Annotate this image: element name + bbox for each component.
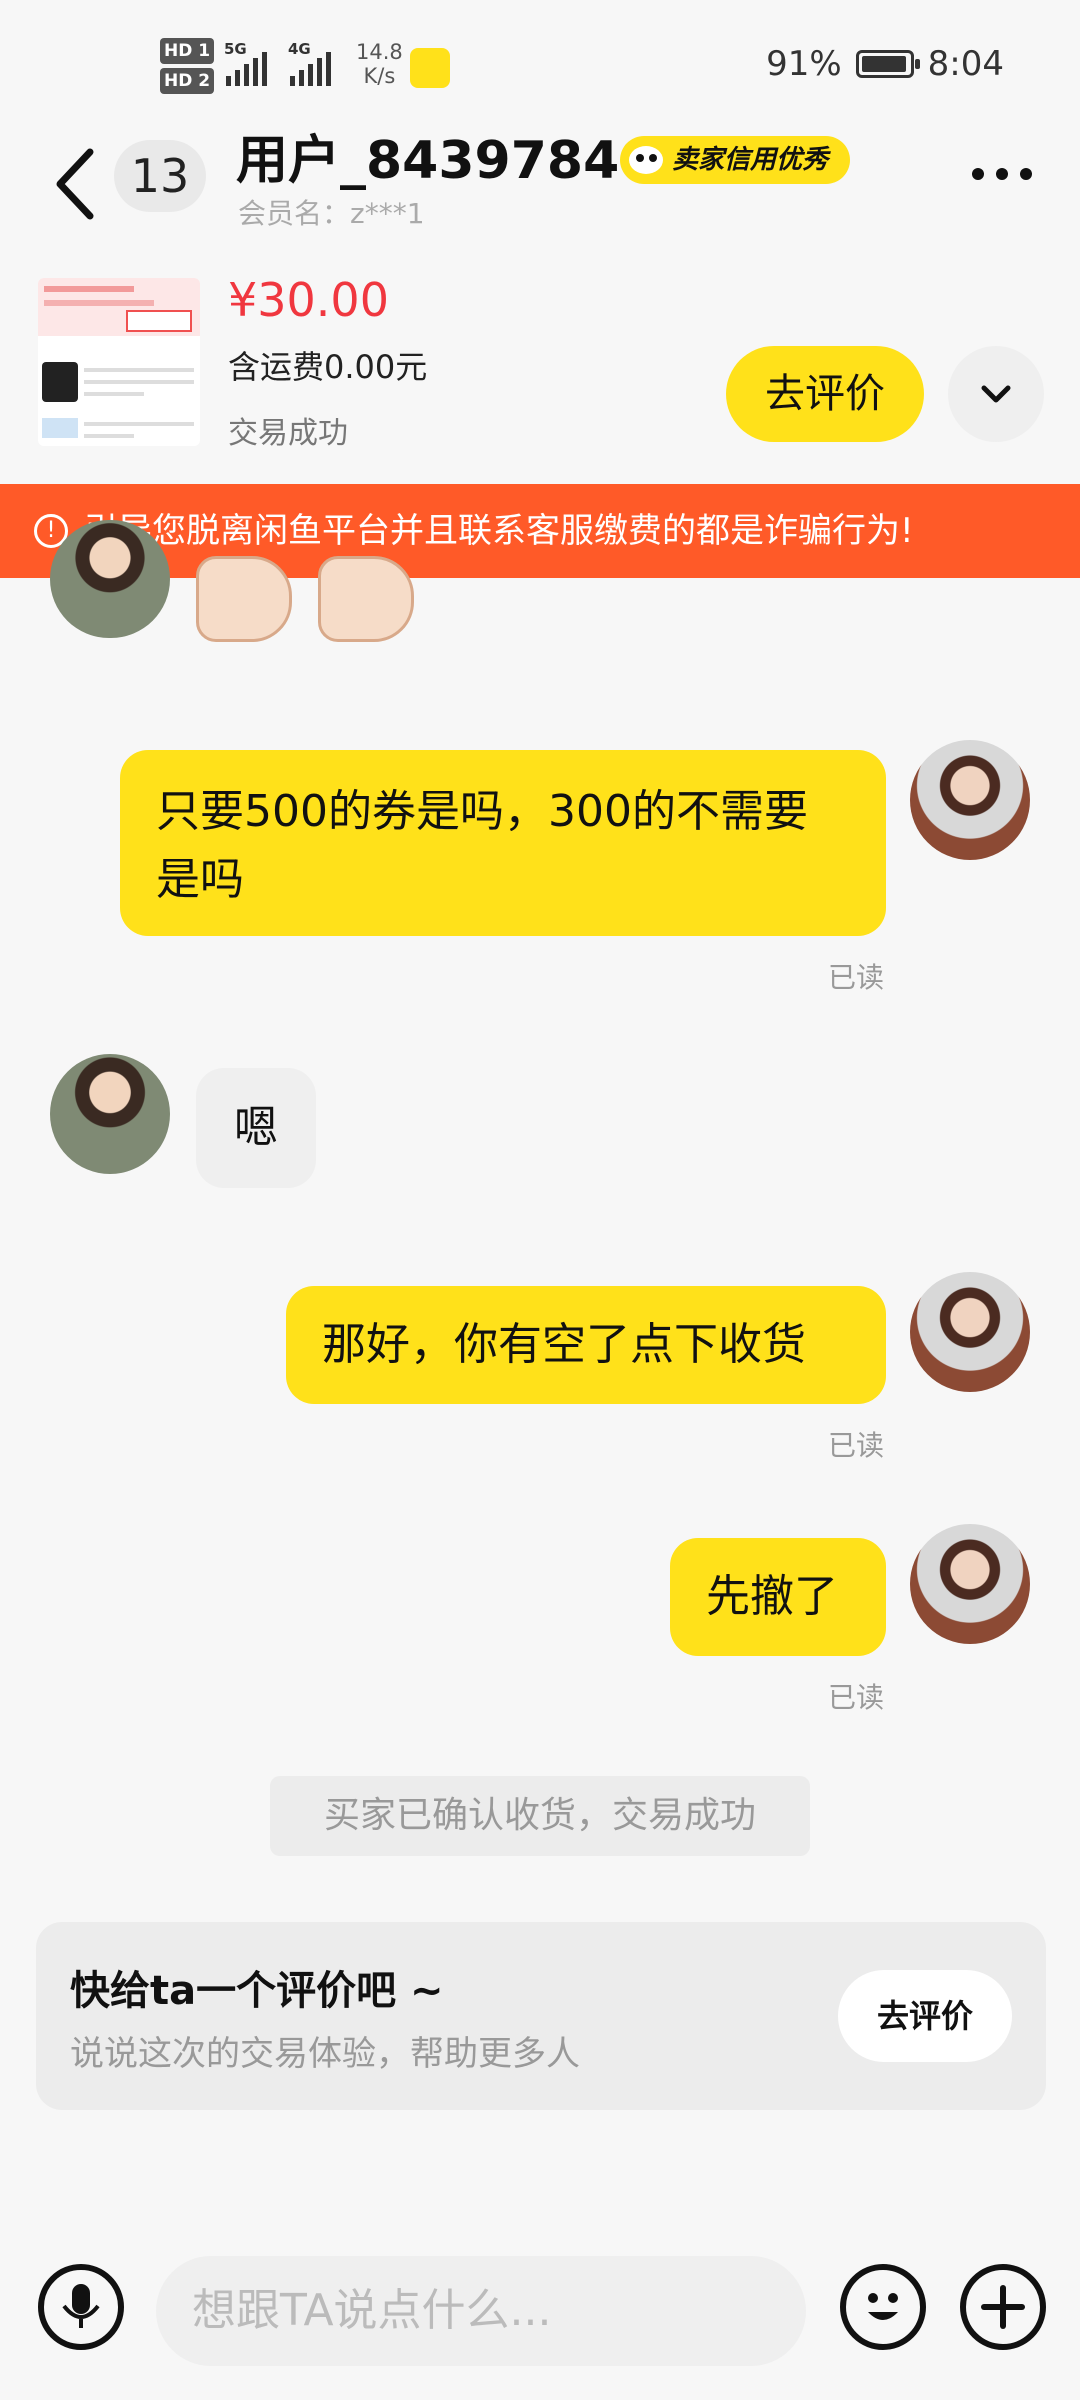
system-notice: 买家已确认收货，交易成功 [270, 1776, 810, 1856]
review-title: 快给ta一个评价吧 ~ [70, 1968, 444, 2014]
signal-5g-label: 5G [224, 40, 247, 58]
warning-text: 引导您脱离闲鱼平台并且联系客服缴费的都是诈骗行为! [84, 511, 914, 551]
more-options-icon[interactable] [972, 168, 1032, 180]
voice-button[interactable] [38, 2264, 124, 2350]
plus-icon [981, 2285, 1025, 2329]
emoji-icon [868, 2293, 898, 2320]
hd1-badge: HD 1 [160, 38, 215, 64]
product-thumbnail[interactable] [38, 278, 200, 446]
my-avatar[interactable] [910, 1524, 1030, 1644]
hd-indicators: HD 1 HD 2 [160, 38, 215, 98]
fish-mascot-icon [629, 146, 663, 174]
network-speed: 14.8 K/s [356, 40, 403, 88]
read-receipt: 已读 [828, 1429, 885, 1462]
status-bar: HD 1 HD 2 5G 4G 14.8 K/s 91% 8:04 [0, 0, 1080, 130]
message-bubble-me[interactable]: 先撤了 [670, 1538, 886, 1656]
read-receipt: 已读 [828, 961, 885, 994]
review-prompt-card: 快给ta一个评价吧 ~ 说说这次的交易体验，帮助更多人 去评价 [36, 1922, 1046, 2110]
xianyu-notification-icon [410, 48, 450, 88]
my-avatar[interactable] [910, 740, 1030, 860]
buyer-avatar[interactable] [50, 1054, 170, 1174]
chat-screen: { "status_bar": { "hd1": "HD 1", "hd2": … [0, 0, 1080, 2400]
clock: 8:04 [927, 44, 1004, 84]
battery-icon [855, 50, 920, 78]
add-attachment-button[interactable] [960, 2264, 1046, 2350]
message-bubble-me[interactable]: 只要500的券是吗，300的不需要是吗 [120, 750, 886, 936]
chevron-down-icon [981, 385, 1011, 403]
buyer-avatar[interactable] [50, 520, 170, 638]
seller-credit-badge[interactable]: 卖家信用优秀 [620, 136, 851, 184]
signal-4g-icon: 4G [288, 40, 331, 86]
review-button[interactable]: 去评价 [838, 1970, 1012, 2062]
message-bubble-me[interactable]: 那好，你有空了点下收货 [286, 1286, 886, 1404]
emoji-button[interactable] [840, 2264, 926, 2350]
review-subtitle: 说说这次的交易体验，帮助更多人 [70, 2034, 580, 2074]
product-price: ¥30.00 [228, 273, 389, 327]
expand-button[interactable] [948, 346, 1044, 442]
message-bubble-other[interactable]: 嗯 [196, 1068, 316, 1188]
signal-4g-label: 4G [288, 40, 311, 58]
thumbs-up-icon [318, 556, 414, 642]
read-receipt: 已读 [828, 1681, 885, 1714]
my-avatar[interactable] [910, 1272, 1030, 1392]
battery-percent: 91% [766, 44, 842, 84]
status-right: 91% 8:04 [766, 44, 1004, 84]
trade-status: 交易成功 [228, 416, 348, 451]
member-name: 会员名：z***1 [238, 197, 425, 230]
microphone-icon [62, 2284, 100, 2328]
hd2-badge: HD 2 [160, 68, 215, 94]
input-bar: 想跟TA说点什么... [0, 2240, 1080, 2400]
rate-button[interactable]: 去评价 [726, 346, 924, 442]
credit-badge-label: 卖家信用优秀 [672, 145, 829, 175]
shipping-info: 含运费0.00元 [228, 348, 428, 386]
net-speed-unit: K/s [363, 64, 396, 88]
back-arrow-icon[interactable] [52, 146, 102, 222]
message-input[interactable]: 想跟TA说点什么... [156, 2256, 806, 2366]
thumbs-up-icon [196, 556, 292, 642]
unread-count-badge[interactable]: 13 [114, 140, 206, 212]
signal-5g-icon: 5G [224, 40, 267, 86]
chat-user-name[interactable]: 用户_84397840 [236, 128, 655, 194]
net-speed-value: 14.8 [356, 40, 403, 64]
